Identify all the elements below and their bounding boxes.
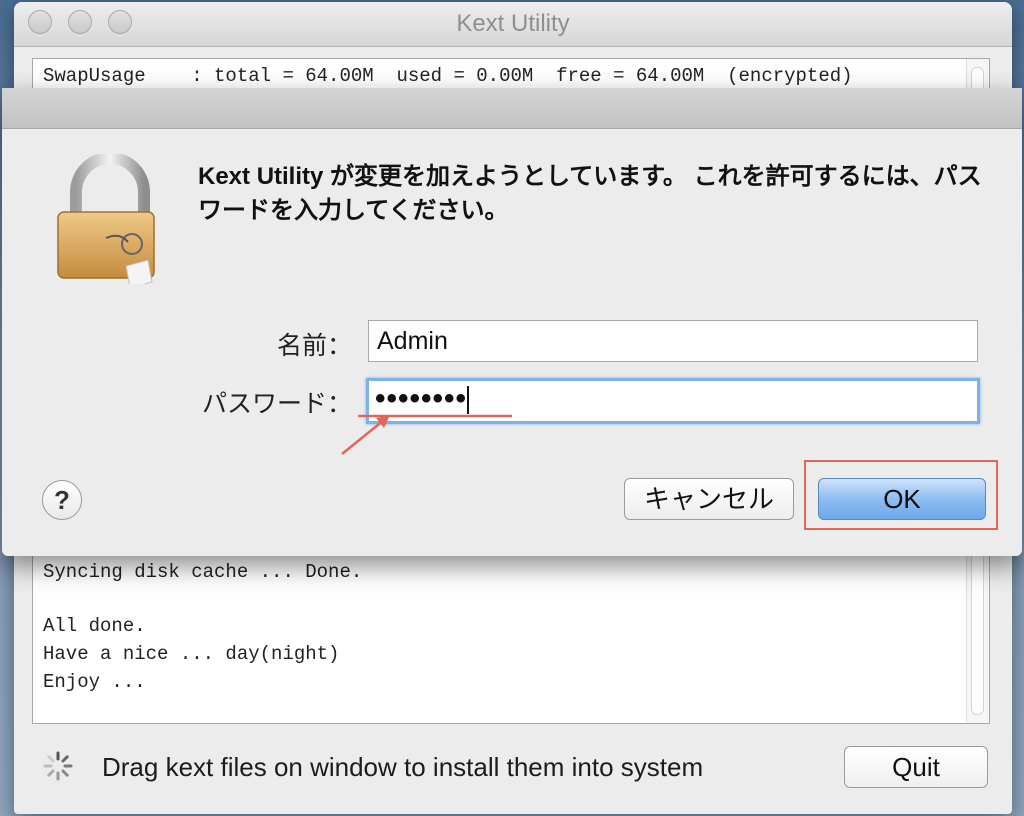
console-line: All done. [43, 615, 146, 637]
name-label: 名前： [276, 332, 352, 360]
window-title: Kext Utility [456, 10, 570, 37]
ok-highlight-box [804, 460, 998, 530]
cancel-button[interactable]: キャンセル [624, 478, 794, 520]
console-line: Have a nice ... day(night) [43, 643, 340, 665]
text-caret [467, 386, 470, 415]
password-field-value: •••••••• [375, 382, 468, 415]
password-field[interactable]: •••••••• [366, 378, 980, 424]
title-bar[interactable]: Kext Utility [14, 2, 1012, 47]
dialog-message: Kext Utility が変更を加えようとしています。 これを許可するには、パ… [198, 163, 982, 224]
console-line-swap: SwapUsage : total = 64.00M used = 0.00M … [43, 65, 853, 87]
console-line: Enjoy ... [43, 671, 146, 693]
help-button[interactable]: ? [42, 480, 82, 520]
password-label: パスワード： [201, 390, 352, 418]
name-field-value: Admin [377, 327, 448, 355]
name-field[interactable]: Admin [368, 320, 978, 362]
lock-icon [57, 154, 155, 284]
progress-spinner-icon [43, 751, 73, 781]
status-hint: Drag kext files on window to install the… [102, 752, 704, 782]
dialog-header [2, 88, 1022, 129]
console-line: Syncing disk cache ... Done. [43, 561, 363, 583]
quit-button[interactable]: Quit [844, 746, 988, 788]
